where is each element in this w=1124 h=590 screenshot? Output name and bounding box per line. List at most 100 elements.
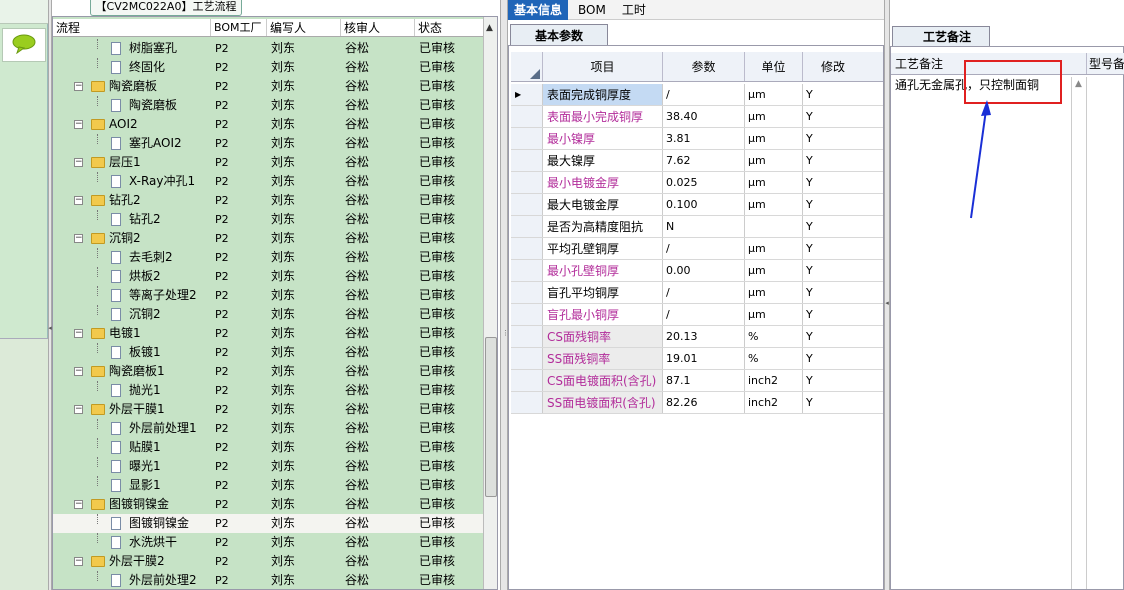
tree-group-row[interactable]: − 图镀铜镍金 P2 刘东 谷松 已审核 [53, 495, 483, 514]
param-edit-cell[interactable]: Y [803, 194, 863, 215]
tree-step-row[interactable]: X-Ray冲孔1 P2 刘东 谷松 已审核 [53, 172, 483, 191]
tree-node[interactable]: 沉铜2 [53, 305, 211, 324]
scroll-up-icon[interactable]: ▲ [486, 23, 493, 33]
param-unit-cell[interactable]: μm [745, 150, 803, 171]
collapse-toggle-icon[interactable]: − [74, 329, 83, 338]
tab-basic-info[interactable]: 基本信息 [508, 0, 569, 20]
params-row[interactable]: 盲孔最小铜厚 / μm Y [511, 304, 883, 326]
param-edit-cell[interactable]: Y [803, 84, 863, 105]
tree-group-row[interactable]: − 外层干膜1 P2 刘东 谷松 已审核 [53, 400, 483, 419]
row-selector[interactable] [511, 304, 543, 325]
row-selector[interactable] [511, 128, 543, 149]
tree-step-row[interactable]: 外层前处理2 P2 刘东 谷松 已审核 [53, 571, 483, 589]
tree-node[interactable]: 塞孔AOI2 [53, 134, 211, 153]
tree-step-row[interactable]: 陶瓷磨板 P2 刘东 谷松 已审核 [53, 96, 483, 115]
collapse-toggle-icon[interactable]: − [74, 500, 83, 509]
tree-step-row[interactable]: 水洗烘干 P2 刘东 谷松 已审核 [53, 533, 483, 552]
param-edit-cell[interactable]: Y [803, 216, 863, 237]
tree-node[interactable]: X-Ray冲孔1 [53, 172, 211, 191]
collapse-toggle-icon[interactable]: − [74, 158, 83, 167]
tree-col-author[interactable]: 编写人 [267, 19, 341, 36]
tree-node[interactable]: − 陶瓷磨板1 [53, 362, 211, 381]
row-selector[interactable] [511, 282, 543, 303]
tree-node[interactable]: 图镀铜镍金 [53, 514, 211, 533]
tab-basic-params[interactable]: 基本参数 [510, 24, 608, 46]
param-edit-cell[interactable]: Y [803, 348, 863, 369]
params-col-param[interactable]: 参数 [663, 52, 745, 81]
process-flow-title-tab[interactable]: 【CV2MC022A0】工艺流程 [90, 0, 242, 16]
tree-group-row[interactable]: − 陶瓷磨板 P2 刘东 谷松 已审核 [53, 77, 483, 96]
param-edit-cell[interactable]: Y [803, 326, 863, 347]
params-row[interactable]: CS面电镀面积(含孔) 87.1 inch2 Y [511, 370, 883, 392]
tree-group-row[interactable]: − 外层干膜2 P2 刘东 谷松 已审核 [53, 552, 483, 571]
tree-step-row[interactable]: 钻孔2 P2 刘东 谷松 已审核 [53, 210, 483, 229]
param-value-cell[interactable]: 0.100 [663, 194, 745, 215]
tree-node[interactable]: 外层前处理2 [53, 571, 211, 589]
middle-splitter[interactable]: ⋮ [500, 0, 509, 590]
param-edit-cell[interactable]: Y [803, 282, 863, 303]
tree-node[interactable]: − 外层干膜1 [53, 400, 211, 419]
tree-node[interactable]: − 电镀1 [53, 324, 211, 343]
tree-step-row[interactable]: 烘板2 P2 刘东 谷松 已审核 [53, 267, 483, 286]
param-value-cell[interactable]: / [663, 282, 745, 303]
tree-step-row[interactable]: 等离子处理2 P2 刘东 谷松 已审核 [53, 286, 483, 305]
params-row[interactable]: ▶ 表面完成铜厚度 / μm Y [511, 84, 883, 106]
tree-step-row[interactable]: 树脂塞孔 P2 刘东 谷松 已审核 [53, 39, 483, 58]
param-value-cell[interactable]: 3.81 [663, 128, 745, 149]
params-row[interactable]: SS面电镀面积(含孔) 82.26 inch2 Y [511, 392, 883, 414]
tree-node[interactable]: 烘板2 [53, 267, 211, 286]
tree-node[interactable]: − 陶瓷磨板 [53, 77, 211, 96]
tree-group-row[interactable]: − 层压1 P2 刘东 谷松 已审核 [53, 153, 483, 172]
tree-step-row[interactable]: 外层前处理1 P2 刘东 谷松 已审核 [53, 419, 483, 438]
row-selector[interactable] [511, 370, 543, 391]
tree-node[interactable]: 板镀1 [53, 343, 211, 362]
params-col-edit[interactable]: 修改 [803, 52, 863, 81]
param-unit-cell[interactable]: μm [745, 172, 803, 193]
row-selector[interactable] [511, 260, 543, 281]
tree-node[interactable]: 抛光1 [53, 381, 211, 400]
tab-work-hours[interactable]: 工时 [616, 0, 652, 20]
tree-step-row[interactable]: 沉铜2 P2 刘东 谷松 已审核 [53, 305, 483, 324]
collapse-toggle-icon[interactable]: − [74, 196, 83, 205]
param-unit-cell[interactable]: inch2 [745, 370, 803, 391]
param-value-cell[interactable]: 82.26 [663, 392, 745, 413]
param-unit-cell[interactable]: μm [745, 106, 803, 127]
tree-step-row[interactable]: 抛光1 P2 刘东 谷松 已审核 [53, 381, 483, 400]
tree-step-row[interactable]: 曝光1 P2 刘东 谷松 已审核 [53, 457, 483, 476]
param-value-cell[interactable]: / [663, 84, 745, 105]
param-unit-cell[interactable]: % [745, 348, 803, 369]
tree-group-row[interactable]: − 钻孔2 P2 刘东 谷松 已审核 [53, 191, 483, 210]
param-unit-cell[interactable]: μm [745, 194, 803, 215]
tree-node[interactable]: − 图镀铜镍金 [53, 495, 211, 514]
row-selector[interactable] [511, 172, 543, 193]
param-value-cell[interactable]: 38.40 [663, 106, 745, 127]
param-value-cell[interactable]: N [663, 216, 745, 237]
param-edit-cell[interactable]: Y [803, 370, 863, 391]
params-row[interactable]: 平均孔壁铜厚 / μm Y [511, 238, 883, 260]
tree-step-row[interactable]: 板镀1 P2 刘东 谷松 已审核 [53, 343, 483, 362]
param-edit-cell[interactable]: Y [803, 260, 863, 281]
params-row[interactable]: 是否为高精度阻抗 N Y [511, 216, 883, 238]
tree-node[interactable]: 树脂塞孔 [53, 39, 211, 58]
chat-button[interactable] [2, 28, 46, 62]
tree-step-row[interactable]: 贴膜1 P2 刘东 谷松 已审核 [53, 438, 483, 457]
tree-node[interactable]: 钻孔2 [53, 210, 211, 229]
params-row[interactable]: 盲孔平均铜厚 / μm Y [511, 282, 883, 304]
collapse-toggle-icon[interactable]: − [74, 557, 83, 566]
tree-node[interactable]: 水洗烘干 [53, 533, 211, 552]
collapse-toggle-icon[interactable]: − [74, 234, 83, 243]
tree-node[interactable]: 贴膜1 [53, 438, 211, 457]
param-unit-cell[interactable]: % [745, 326, 803, 347]
param-edit-cell[interactable]: Y [803, 106, 863, 127]
tree-node[interactable]: 陶瓷磨板 [53, 96, 211, 115]
param-unit-cell[interactable]: μm [745, 128, 803, 149]
row-selector[interactable] [511, 216, 543, 237]
tab-bom[interactable]: BOM [572, 0, 612, 20]
params-row[interactable]: 最小镍厚 3.81 μm Y [511, 128, 883, 150]
param-value-cell[interactable]: 0.025 [663, 172, 745, 193]
param-edit-cell[interactable]: Y [803, 304, 863, 325]
param-unit-cell[interactable]: μm [745, 304, 803, 325]
note-scrollbar[interactable]: ▲ [1071, 77, 1087, 589]
param-edit-cell[interactable]: Y [803, 238, 863, 259]
param-unit-cell[interactable]: μm [745, 84, 803, 105]
